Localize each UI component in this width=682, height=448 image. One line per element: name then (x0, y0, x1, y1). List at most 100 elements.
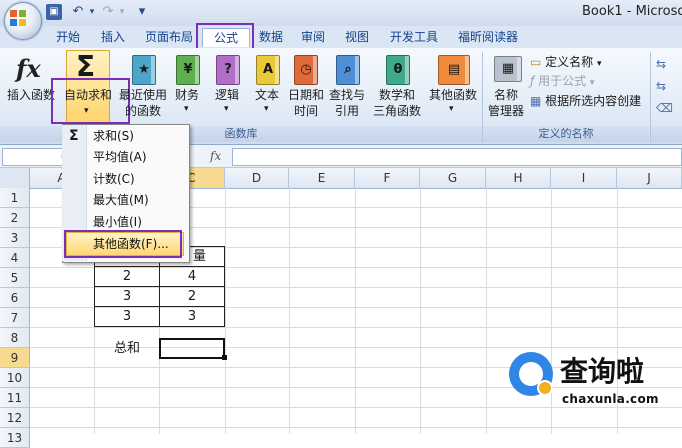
row-header-10[interactable]: 10 (0, 368, 30, 388)
logical-icon[interactable]: ? (216, 55, 240, 85)
menu-item-sum[interactable]: 求和(S) (93, 126, 134, 146)
fill-handle[interactable] (222, 355, 227, 360)
lookup-line2[interactable]: 引用 (326, 104, 368, 119)
datetime-line2[interactable]: 时间 (286, 104, 326, 119)
datetime-line1[interactable]: 日期和 (286, 88, 326, 103)
menu-item-average[interactable]: 平均值(A) (93, 147, 147, 167)
recent-functions-line1[interactable]: 最近使用 (116, 88, 170, 103)
more-functions-highlight (64, 230, 182, 258)
use-in-formula-button[interactable]: ƒ 用于公式 ▾ (530, 73, 594, 91)
redo-dropdown-icon[interactable]: ▾ (114, 4, 130, 20)
save-icon[interactable]: ▣ (46, 4, 62, 20)
name-manager-line2[interactable]: 管理器 (484, 104, 528, 119)
remove-arrows-icon[interactable]: ⌫ (656, 100, 673, 116)
column-header-d[interactable]: D (225, 168, 289, 188)
grid-line (289, 188, 290, 434)
define-name-label: 定义名称 (545, 55, 594, 69)
use-in-formula-dropdown-icon: ▾ (589, 78, 595, 88)
datetime-icon[interactable]: ◷ (294, 55, 318, 85)
financial-dropdown-icon[interactable]: ▾ (184, 104, 189, 114)
logical-dropdown-icon[interactable]: ▾ (224, 104, 229, 114)
name-manager-line1[interactable]: 名称 (486, 88, 526, 103)
grid-line (30, 327, 682, 328)
math-trig-line1[interactable]: 数学和 (370, 88, 424, 103)
fx-icon[interactable]: fx (210, 149, 221, 163)
active-cell-c9[interactable] (159, 338, 225, 359)
create-from-selection-button[interactable]: ▦ 根据所选内容创建 (530, 93, 641, 109)
insert-function-icon[interactable]: fx (16, 54, 41, 83)
column-header-f[interactable]: F (355, 168, 420, 188)
financial-button[interactable]: 财务 (170, 88, 204, 103)
row-header-12[interactable]: 12 (0, 408, 30, 428)
menu-item-max[interactable]: 最大值(M) (93, 190, 149, 210)
financial-icon[interactable]: ¥ (176, 55, 200, 85)
cell-c6[interactable]: 2 (159, 286, 225, 307)
trace-precedents-icon[interactable]: ⇆ (656, 56, 666, 72)
grid-line (551, 188, 552, 434)
column-header-j[interactable]: J (617, 168, 682, 188)
tab-data[interactable]: 数据 (256, 28, 286, 46)
cell-b6[interactable]: 3 (94, 286, 160, 307)
name-manager-icon[interactable]: ▦ (494, 56, 522, 82)
lookup-icon[interactable]: ⌕ (336, 55, 360, 85)
tab-developer[interactable]: 开发工具 (384, 28, 444, 46)
row-header-6[interactable]: 6 (0, 288, 30, 308)
tab-insert[interactable]: 插入 (96, 28, 130, 46)
math-trig-line2[interactable]: 三角函数 (366, 104, 428, 119)
column-header-h[interactable]: H (486, 168, 551, 188)
grid-line (30, 427, 682, 428)
watermark-url: chaxunla.com (562, 392, 659, 406)
text-dropdown-icon[interactable]: ▾ (264, 104, 269, 114)
trace-dependents-icon[interactable]: ⇆ (656, 78, 666, 94)
row-header-2[interactable]: 2 (0, 208, 30, 228)
cell-c7[interactable]: 3 (159, 306, 225, 327)
more-functions-icon[interactable]: ▤ (438, 55, 470, 85)
logical-button[interactable]: 逻辑 (210, 88, 244, 103)
tab-foxit-reader[interactable]: 福昕阅读器 (452, 28, 524, 46)
create-from-selection-label: 根据所选内容创建 (545, 94, 642, 108)
tab-page-layout[interactable]: 页面布局 (140, 28, 198, 46)
tab-review[interactable]: 审阅 (298, 28, 328, 46)
cell-b5[interactable]: 2 (94, 266, 160, 287)
row-header-11[interactable]: 11 (0, 388, 30, 408)
create-from-selection-icon: ▦ (530, 94, 542, 108)
name-box-value: C (3, 150, 69, 164)
text-button[interactable]: 文本 (250, 88, 284, 103)
column-header-g[interactable]: G (420, 168, 486, 188)
math-trig-icon[interactable]: θ (386, 55, 410, 85)
cell-b7[interactable]: 3 (94, 306, 160, 327)
insert-function-button[interactable]: 插入函数 (4, 88, 58, 103)
cell-c5[interactable]: 4 (159, 266, 225, 287)
row-header-3[interactable]: 3 (0, 228, 30, 248)
grid-line (420, 188, 421, 434)
define-name-button[interactable]: ▭ 定义名称 ▾ (530, 54, 602, 72)
customize-qat-icon[interactable]: ▾ (134, 4, 150, 20)
undo-dropdown-icon[interactable]: ▾ (84, 4, 100, 20)
tab-view[interactable]: 视图 (340, 28, 374, 46)
lookup-line1[interactable]: 查找与 (326, 88, 368, 103)
select-all-corner[interactable] (0, 168, 30, 188)
menu-item-count[interactable]: 计数(C) (93, 169, 135, 189)
text-icon[interactable]: A (256, 55, 280, 85)
menu-item-min[interactable]: 最小值(I) (93, 212, 142, 232)
tab-home[interactable]: 开始 (50, 28, 86, 46)
row-header-13[interactable]: 13 (0, 428, 30, 448)
row-header-7[interactable]: 7 (0, 308, 30, 328)
use-in-formula-icon: ƒ (530, 74, 535, 88)
recent-functions-line2[interactable]: 的函数 (116, 104, 170, 119)
grid-line (486, 188, 487, 434)
recent-functions-icon[interactable]: ★ (132, 55, 156, 85)
more-functions-button[interactable]: 其他函数 (426, 88, 480, 103)
group-label-defined-names: 定义的名称 (483, 126, 649, 142)
row-header-4[interactable]: 4 (0, 248, 30, 268)
row-header-5[interactable]: 5 (0, 268, 30, 288)
window-title: Book1 - Microsoft (582, 4, 682, 19)
more-functions-dropdown-icon[interactable]: ▾ (449, 104, 454, 114)
row-header-1[interactable]: 1 (0, 188, 30, 208)
column-header-e[interactable]: E (289, 168, 355, 188)
cell-b9-total-label[interactable]: 总和 (94, 339, 160, 359)
formula-input[interactable] (232, 148, 682, 166)
row-header-8[interactable]: 8 (0, 328, 30, 348)
row-header-9[interactable]: 9 (0, 348, 30, 368)
column-header-i[interactable]: I (551, 168, 617, 188)
